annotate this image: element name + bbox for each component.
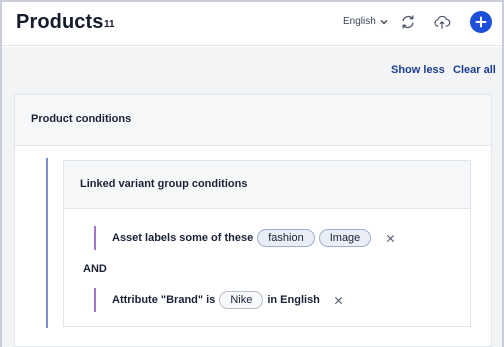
product-count: 11	[104, 19, 115, 30]
product-conditions-title: Product conditions	[31, 113, 132, 125]
add-button[interactable]	[470, 11, 492, 33]
condition-marker	[94, 288, 96, 312]
value-chip[interactable]: Nike	[219, 291, 264, 309]
close-icon	[386, 234, 394, 242]
condition-row-asset-labels: Asset labels some of these fashion Image	[94, 226, 395, 250]
page-title: Products	[16, 11, 104, 33]
app-frame: Products 11 English Show less Clear all …	[0, 0, 504, 347]
cloud-sync-button[interactable]	[431, 11, 453, 33]
and-operator: AND	[83, 263, 107, 275]
plus-icon	[475, 16, 487, 28]
close-icon	[335, 296, 343, 304]
sync-button[interactable]	[397, 11, 419, 33]
linked-variant-group-card: Linked variant group conditions Asset la…	[63, 160, 471, 327]
show-less-link[interactable]: Show less	[391, 64, 445, 76]
linked-variant-group-header[interactable]: Linked variant group conditions	[64, 161, 470, 209]
product-conditions-card: Product conditions Linked variant group …	[14, 94, 492, 347]
remove-condition-button[interactable]	[385, 233, 395, 243]
remove-condition-button[interactable]	[334, 295, 344, 305]
main-content: Show less Clear all Product conditions L…	[2, 47, 502, 347]
condition-locale-text: in English	[267, 294, 320, 306]
nesting-line	[46, 158, 48, 328]
condition-row-brand: Attribute "Brand" is Nike in English	[94, 288, 344, 312]
sync-icon	[402, 15, 414, 29]
language-selector[interactable]: English	[343, 16, 389, 27]
page-header: Products 11 English	[2, 2, 502, 46]
product-conditions-header[interactable]: Product conditions	[15, 95, 491, 146]
condition-label: Asset labels some of these	[112, 232, 254, 244]
condition-label: Attribute "Brand" is	[112, 294, 216, 306]
linked-variant-group-title: Linked variant group conditions	[80, 178, 248, 190]
value-chip[interactable]: Image	[318, 229, 372, 247]
cloud-sync-icon	[434, 15, 451, 29]
value-chip[interactable]: fashion	[257, 229, 315, 247]
chevron-down-icon	[380, 19, 388, 24]
language-label: English	[343, 16, 376, 27]
clear-all-link[interactable]: Clear all	[453, 64, 496, 76]
condition-marker	[94, 226, 96, 250]
